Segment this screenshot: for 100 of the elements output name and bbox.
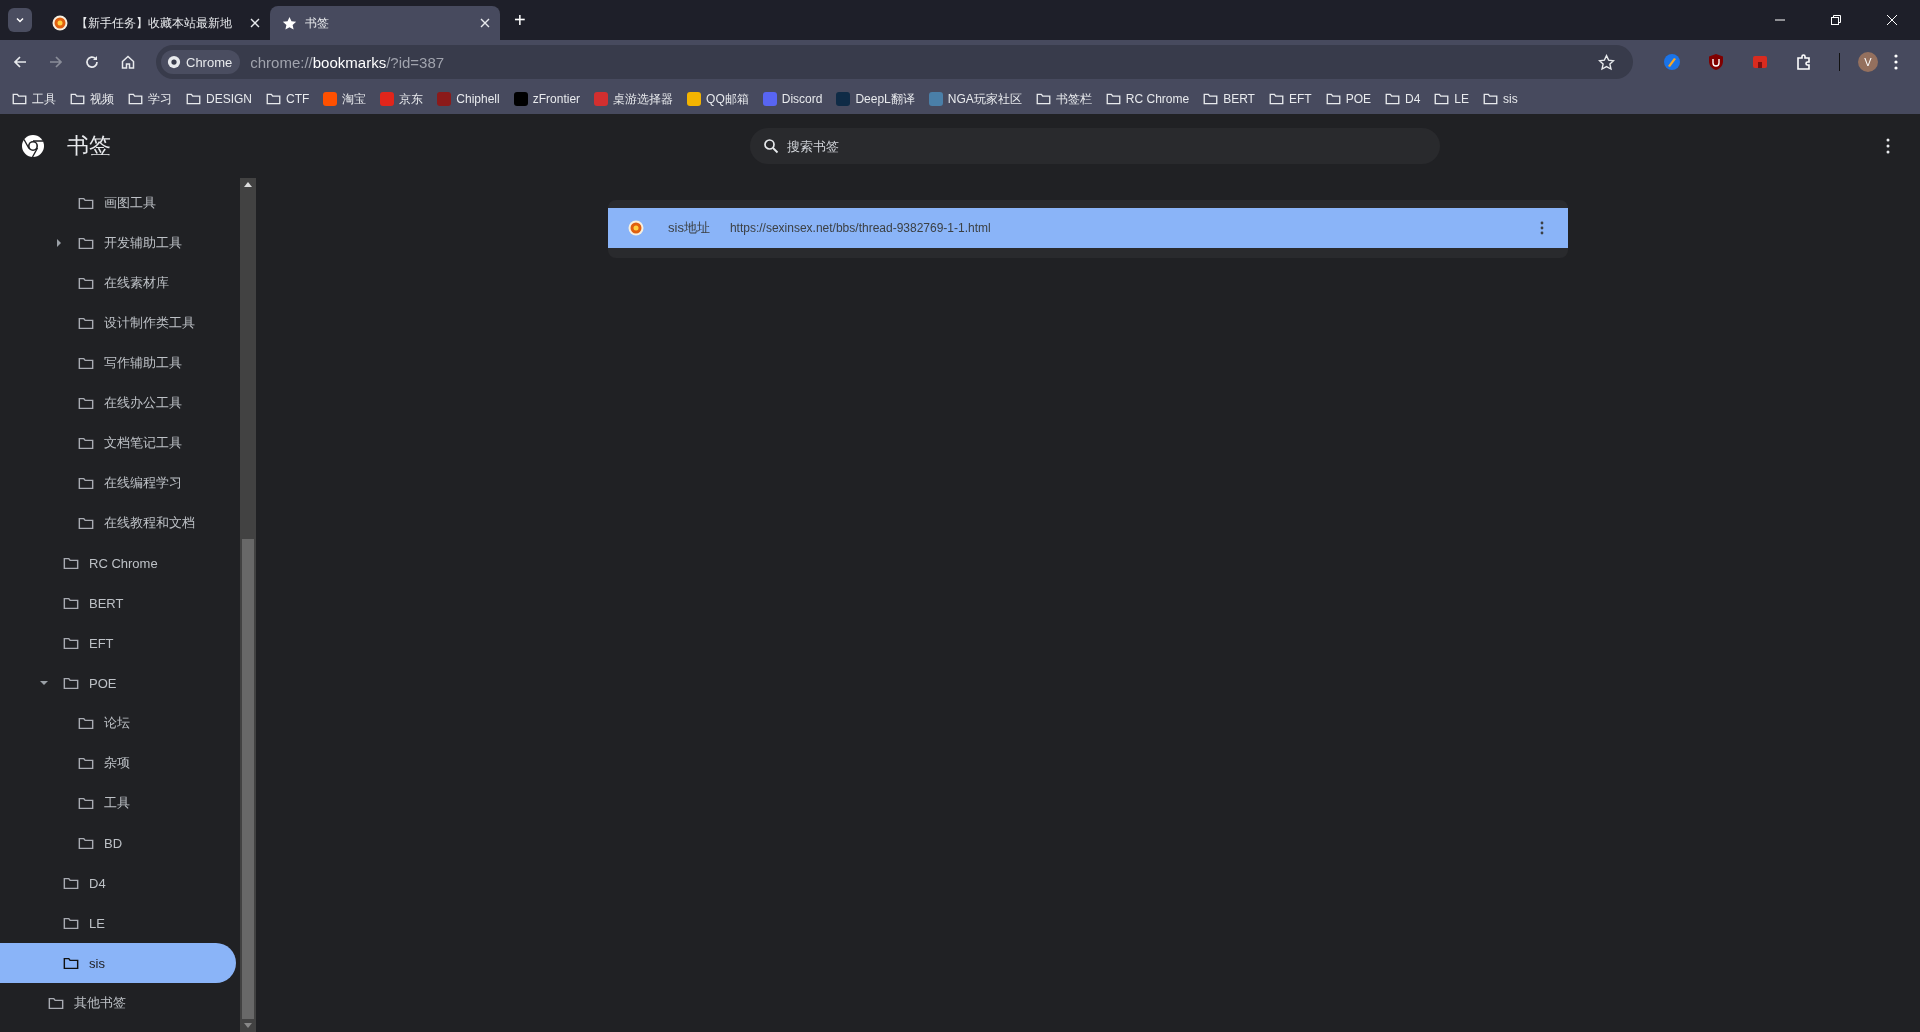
bookmark-folder[interactable]: 工具 xyxy=(12,90,56,108)
folder-icon xyxy=(78,396,94,410)
site-info-chip[interactable]: Chrome xyxy=(161,50,241,74)
tab-title: 书签 xyxy=(305,14,330,32)
expanded-arrow-icon[interactable] xyxy=(39,678,49,688)
profile-avatar[interactable]: V xyxy=(1858,52,1878,72)
folder-tree-item[interactable]: sis xyxy=(0,943,236,983)
new-tab-button[interactable]: + xyxy=(508,8,532,32)
folder-tree-item[interactable]: BD xyxy=(0,823,236,863)
bookmark-folder[interactable]: 视频 xyxy=(70,90,114,108)
forward-arrow-icon[interactable] xyxy=(48,54,64,70)
bookmark-star-icon[interactable] xyxy=(1598,53,1615,71)
folder-icon xyxy=(63,876,79,890)
bookmark-folder[interactable]: D4 xyxy=(1384,92,1421,106)
bookmark-folder[interactable]: POE xyxy=(1325,92,1371,106)
folder-icon xyxy=(1105,93,1121,105)
folder-tree-item[interactable]: 其他书签 xyxy=(0,983,236,1023)
back-arrow-icon[interactable] xyxy=(12,54,28,70)
bookmark-folder[interactable]: 学习 xyxy=(128,90,172,108)
site-favicon-icon xyxy=(628,220,644,236)
tab-title: 【新手任务】收藏本站最新地 xyxy=(76,14,233,32)
folder-tree-item[interactable]: BERT xyxy=(0,583,236,623)
folder-icon xyxy=(78,716,94,730)
restore-icon[interactable] xyxy=(1830,14,1842,26)
folder-tree-item[interactable]: 开发辅助工具 xyxy=(0,223,236,263)
folder-icon xyxy=(1325,93,1341,105)
folder-icon xyxy=(63,676,79,690)
bookmark-link[interactable]: 淘宝 xyxy=(323,90,367,108)
tab-search-button[interactable] xyxy=(8,8,32,32)
folder-icon xyxy=(186,93,201,105)
folder-icon xyxy=(63,956,79,970)
browser-tab[interactable]: 【新手任务】收藏本站最新地 xyxy=(40,6,270,40)
site-favicon-icon xyxy=(52,15,68,31)
folder-icon xyxy=(1434,93,1450,105)
folder-icon xyxy=(266,93,281,105)
more-menu-icon[interactable] xyxy=(1886,138,1890,154)
scroll-down-arrow-icon[interactable] xyxy=(244,1023,252,1028)
folder-tree-item[interactable]: 论坛 xyxy=(0,703,236,743)
more-menu-icon[interactable] xyxy=(1894,54,1898,70)
puzzle-extension-icon[interactable] xyxy=(1795,53,1813,71)
folder-tree-item[interactable]: 在线素材库 xyxy=(0,263,236,303)
folder-tree-item[interactable]: POE xyxy=(0,663,236,703)
star-icon xyxy=(282,15,297,31)
scrollbar[interactable] xyxy=(240,178,256,1032)
bookmark-title: sis地址 xyxy=(668,219,710,237)
bookmark-folder[interactable]: CTF xyxy=(266,92,310,106)
bookmark-url: https://sexinsex.net/bbs/thread-9382769-1-1.html xyxy=(729,221,991,235)
folder-tree-item[interactable]: 工具 xyxy=(0,783,236,823)
bookmark-folder[interactable]: sis xyxy=(1483,92,1518,106)
address-bar[interactable]: Chrome chrome://bookmarks/?id=387 xyxy=(156,45,1633,79)
shield-extension-icon[interactable] xyxy=(1707,53,1725,71)
reload-icon[interactable] xyxy=(84,54,100,70)
folder-tree-item[interactable]: 画图工具 xyxy=(0,183,236,223)
bookmark-link[interactable]: NGA玩家社区 xyxy=(928,90,1022,108)
folder-icon xyxy=(1483,93,1498,105)
folder-icon xyxy=(70,93,85,105)
bookmark-folder[interactable]: DESIGN xyxy=(186,92,252,106)
folder-tree-item[interactable]: D4 xyxy=(0,863,236,903)
bookmark-folder[interactable]: RC Chrome xyxy=(1105,92,1190,106)
folder-icon xyxy=(78,196,94,210)
folder-tree-item[interactable]: 在线编程学习 xyxy=(0,463,236,503)
bookmark-link[interactable]: DeepL翻译 xyxy=(836,90,915,108)
bookmark-folder[interactable]: EFT xyxy=(1268,92,1312,106)
address-text: chrome://bookmarks/?id=387 xyxy=(250,53,445,71)
bookmark-link[interactable]: zFrontier xyxy=(513,92,581,106)
chrome-logo-icon xyxy=(167,55,181,69)
folder-icon xyxy=(1203,93,1219,105)
bookmark-link[interactable]: Discord xyxy=(762,92,823,106)
scroll-up-arrow-icon[interactable] xyxy=(244,182,252,187)
bookmark-link[interactable]: Chiphell xyxy=(437,92,500,106)
caret-icon xyxy=(15,15,25,25)
bookmark-folder[interactable]: BERT xyxy=(1203,92,1255,106)
folder-icon xyxy=(1035,93,1051,105)
folder-tree-item[interactable]: 写作辅助工具 xyxy=(0,343,236,383)
bookmark-folder[interactable]: LE xyxy=(1434,92,1469,106)
home-icon[interactable] xyxy=(120,54,136,70)
folder-icon xyxy=(63,636,79,650)
bookmark-link[interactable]: 桌游选择器 xyxy=(594,90,674,108)
folder-tree-item[interactable]: 设计制作类工具 xyxy=(0,303,236,343)
folder-tree-item[interactable]: 在线办公工具 xyxy=(0,383,236,423)
bookmark-link[interactable]: QQ邮箱 xyxy=(687,90,749,108)
brush-extension-icon[interactable] xyxy=(1663,53,1681,71)
folder-icon xyxy=(78,236,94,250)
folder-tree-item[interactable]: 在线教程和文档 xyxy=(0,503,236,543)
folder-tree-item[interactable]: 杂项 xyxy=(0,743,236,783)
search-field[interactable]: 搜索书签 xyxy=(750,128,1440,164)
close-icon[interactable] xyxy=(480,18,490,28)
browser-tab[interactable]: 书签 xyxy=(270,6,500,40)
close-icon[interactable] xyxy=(250,18,260,28)
folder-icon xyxy=(63,916,79,930)
bookmark-folder[interactable]: 书签栏 xyxy=(1035,90,1092,108)
bookmark-row[interactable]: sis地址 https://sexinsex.net/bbs/thread-9382769-1-1.html xyxy=(608,208,1568,248)
folder-icon xyxy=(1384,93,1400,105)
folder-tree-item[interactable]: 文档笔记工具 xyxy=(0,423,236,463)
collapsed-arrow-icon[interactable] xyxy=(54,238,64,248)
folder-icon xyxy=(78,476,94,490)
folder-tree-item[interactable]: EFT xyxy=(0,623,236,663)
folder-tree-item[interactable]: RC Chrome xyxy=(0,543,236,583)
bookmark-link[interactable]: 京东 xyxy=(380,90,424,108)
folder-tree-item[interactable]: LE xyxy=(0,903,236,943)
